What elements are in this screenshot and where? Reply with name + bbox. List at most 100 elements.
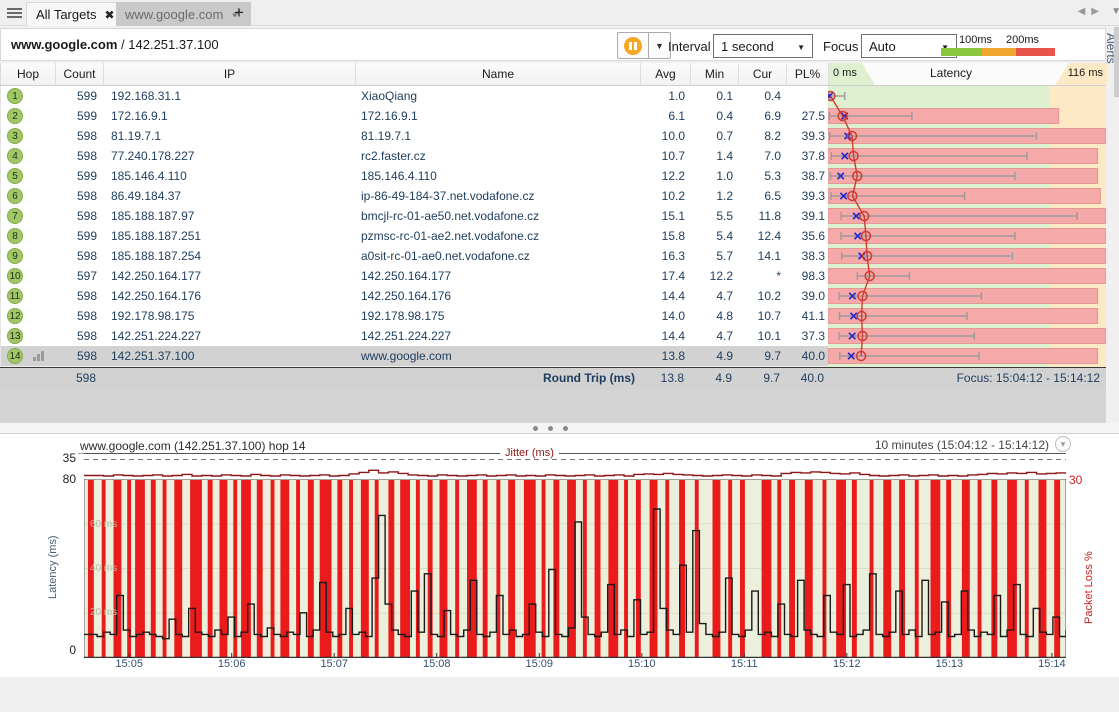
- hop-ip: 185.188.187.97: [111, 209, 194, 223]
- col-hop[interactable]: Hop: [1, 63, 56, 85]
- hop-pl: 35.6: [787, 229, 825, 243]
- hop-pl: 37.8: [787, 149, 825, 163]
- hop-cur: 10.1: [739, 329, 781, 343]
- interval-select[interactable]: 1 second▼: [713, 34, 813, 58]
- col-latency-graph[interactable]: 0 ms Latency 116 ms: [829, 63, 1107, 85]
- timeline-range[interactable]: 10 minutes (15:04:12 - 15:14:12): [875, 438, 1049, 452]
- hop-pl: 39.3: [787, 189, 825, 203]
- hop-row-3[interactable]: 359881.19.7.181.19.7.110.00.78.239.3: [1, 126, 829, 146]
- hop-name: 81.19.7.1: [361, 129, 411, 143]
- jitter-axis-max: 35: [52, 451, 76, 465]
- hop-badge: 3: [7, 128, 23, 144]
- latency-scale-max: 116 ms: [1068, 67, 1103, 79]
- pause-icon: [624, 37, 642, 55]
- latency-axis-label: Latency (ms): [47, 535, 59, 599]
- tab-scroll-arrows[interactable]: ◀▶: [1078, 6, 1105, 17]
- hop-avg: 14.4: [641, 289, 685, 303]
- hop-row-7[interactable]: 7598185.188.187.97bmcjl-rc-01-ae50.net.v…: [1, 206, 829, 226]
- hop-count: 598: [56, 329, 97, 343]
- col-pl[interactable]: PL%: [787, 63, 829, 85]
- hop-latency-minigraph: [828, 86, 1106, 367]
- hop-badge: 8: [7, 228, 23, 244]
- graph-shown-icon: [33, 351, 45, 361]
- hop-row-4[interactable]: 459877.240.178.227rc2.faster.cz10.71.47.…: [1, 146, 829, 166]
- hop-min: 4.7: [691, 289, 733, 303]
- time-tick-15:11: 15:11: [731, 658, 758, 670]
- vertical-scrollbar[interactable]: [1114, 27, 1119, 97]
- hop-badge: 4: [7, 148, 23, 164]
- jitter-strip: [84, 453, 1066, 479]
- packetloss-axis-max: 30: [1069, 473, 1082, 487]
- hop-cur: 10.7: [739, 309, 781, 323]
- hop-ip: 142.251.37.100: [111, 349, 194, 363]
- col-count[interactable]: Count: [56, 63, 104, 85]
- pause-button[interactable]: [617, 32, 649, 59]
- hop-ip: 185.188.187.254: [111, 249, 201, 263]
- target-host: www.google.com: [11, 37, 117, 52]
- focus-label: Focus: [823, 39, 858, 54]
- hop-row-10[interactable]: 10597142.250.164.177142.250.164.17717.41…: [1, 266, 829, 286]
- range-chevron-icon[interactable]: ▾: [1055, 436, 1071, 452]
- col-ip[interactable]: IP: [104, 63, 356, 85]
- hop-count: 599: [56, 169, 97, 183]
- hop-count: 598: [56, 249, 97, 263]
- col-avg[interactable]: Avg: [641, 63, 691, 85]
- gridline-label-60: 60 ms: [90, 519, 117, 530]
- tab-list-caret-icon[interactable]: ▼: [1111, 6, 1119, 17]
- hop-row-12[interactable]: 12598192.178.98.175192.178.98.17514.04.8…: [1, 306, 829, 326]
- hop-badge: 10: [7, 268, 23, 284]
- hop-row-13[interactable]: 13598142.251.224.227142.251.224.22714.44…: [1, 326, 829, 346]
- hop-name: www.google.com: [361, 349, 452, 363]
- hop-pl: 27.5: [787, 109, 825, 123]
- hop-badge: 6: [7, 188, 23, 204]
- hop-name: 172.16.9.1: [361, 109, 418, 123]
- hop-count: 598: [56, 309, 97, 323]
- hop-row-8[interactable]: 8599185.188.187.251pzmsc-rc-01-ae2.net.v…: [1, 226, 829, 246]
- timeline-panel: www.google.com (142.251.37.100) hop 14 1…: [0, 433, 1119, 712]
- hop-cur: 0.4: [739, 89, 781, 103]
- hop-cur: 12.4: [739, 229, 781, 243]
- hop-ip: 142.250.164.176: [111, 289, 201, 303]
- hop-name: a0sit-rc-01-ae0.net.vodafone.cz: [361, 249, 530, 263]
- gridline-label-20: 20 ms: [90, 607, 117, 618]
- hop-ip: 86.49.184.37: [111, 189, 181, 203]
- hop-row-2[interactable]: 2599172.16.9.1172.16.9.16.10.46.927.5: [1, 106, 829, 126]
- hop-count: 598: [56, 129, 97, 143]
- hop-avg: 12.2: [641, 169, 685, 183]
- hop-row-5[interactable]: 5599185.146.4.110185.146.4.11012.21.05.3…: [1, 166, 829, 186]
- col-min[interactable]: Min: [691, 63, 739, 85]
- hop-row-9[interactable]: 9598185.188.187.254a0sit-rc-01-ae0.net.v…: [1, 246, 829, 266]
- tab-target-label: www.google.com: [125, 7, 223, 22]
- hop-name: 142.250.164.177: [361, 269, 451, 283]
- summary-cur: 9.7: [738, 371, 780, 385]
- latency-axis-min: 0: [52, 643, 76, 657]
- hop-min: 4.7: [691, 329, 733, 343]
- hop-min: 0.7: [691, 129, 733, 143]
- hop-min: 0.1: [691, 89, 733, 103]
- target-ip: 142.251.37.100: [128, 37, 218, 52]
- new-tab-button[interactable]: +: [228, 3, 250, 23]
- hop-pl: 39.3: [787, 129, 825, 143]
- col-cur[interactable]: Cur: [739, 63, 787, 85]
- tab-all-targets[interactable]: All Targets ✖: [26, 2, 125, 26]
- summary-count: 598: [55, 371, 96, 385]
- panel-splitter[interactable]: [0, 423, 1119, 433]
- hop-row-11[interactable]: 11598142.250.164.176142.250.164.17614.44…: [1, 286, 829, 306]
- hop-pl: 98.3: [787, 269, 825, 283]
- close-icon[interactable]: ✖: [104, 8, 114, 22]
- menu-icon[interactable]: [7, 6, 22, 19]
- chevron-down-icon: ▼: [797, 43, 805, 52]
- col-name[interactable]: Name: [356, 63, 641, 85]
- hop-name: 142.250.164.176: [361, 289, 451, 303]
- timeline-chart[interactable]: [84, 479, 1066, 658]
- gridline-label-40: 40 ms: [90, 563, 117, 574]
- hop-row-6[interactable]: 659886.49.184.37ip-86-49-184-37.net.voda…: [1, 186, 829, 206]
- hop-row-1[interactable]: 1599192.168.31.1XiaoQiang1.00.10.4: [1, 86, 829, 106]
- hop-name: rc2.faster.cz: [361, 149, 426, 163]
- hop-row-14[interactable]: 14598142.251.37.100www.google.com13.84.9…: [1, 346, 829, 366]
- time-tick-15:08: 15:08: [423, 658, 451, 670]
- hop-avg: 14.0: [641, 309, 685, 323]
- hop-ip: 142.251.224.227: [111, 329, 201, 343]
- hop-count: 599: [56, 229, 97, 243]
- legend-200ms: 200ms: [1006, 34, 1039, 46]
